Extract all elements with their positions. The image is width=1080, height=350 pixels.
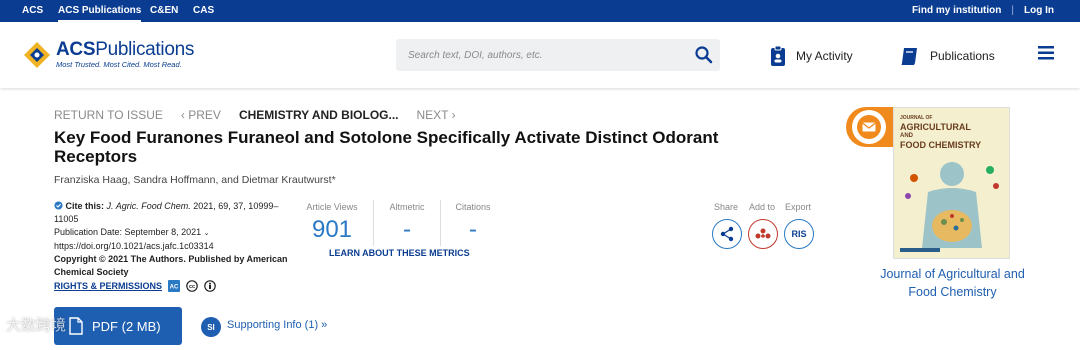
email-alert-button[interactable] [852, 110, 886, 144]
logo-tagline: Most Trusted. Most Cited. Most Read. [56, 60, 182, 69]
learn-metrics-link[interactable]: LEARN ABOUT THESE METRICS [329, 248, 470, 258]
share-button[interactable] [712, 219, 742, 249]
book-icon [901, 48, 917, 65]
citations-label: Citations [455, 202, 491, 212]
publications-label: Publications [930, 49, 995, 63]
citations-value: - [469, 216, 477, 243]
altmetric-label: Altmetric [389, 202, 425, 212]
search-icon[interactable] [694, 45, 714, 65]
altmetric-metric: Altmetric - [380, 202, 434, 244]
export-ris-button[interactable]: RIS [784, 219, 814, 249]
share-icon [720, 226, 734, 242]
cover-illustration [900, 162, 999, 252]
next-article-link[interactable]: NEXT › [417, 108, 456, 122]
prev-article-link[interactable]: ‹ PREV [181, 108, 221, 122]
add-to-label: Add to [749, 202, 776, 212]
find-institution-link[interactable]: Find my institution [912, 0, 1001, 22]
pdf-download-button[interactable]: PDF (2 MB) [54, 307, 182, 345]
issue-navigation: RETURN TO ISSUE ‹ PREV CHEMISTRY AND BIO… [54, 107, 474, 123]
watermark-text: 大数跨境 [6, 317, 67, 334]
citations-metric: Citations - [448, 202, 498, 244]
login-link[interactable]: Log In [1024, 0, 1054, 22]
supporting-info-link[interactable]: Supporting Info (1) » [227, 319, 327, 331]
chevron-down-icon: ⌄ [203, 229, 210, 237]
creative-commons-icon[interactable]: cc [186, 280, 198, 292]
top-nav-bar: ACS ACS Publications C&EN CAS Find my in… [0, 0, 1080, 22]
current-section-label: CHEMISTRY AND BIOLOG... [238, 108, 399, 122]
topbar-link-acs[interactable]: ACS [22, 0, 43, 22]
info-icon[interactable] [54, 201, 63, 210]
my-activity-button[interactable]: My Activity [770, 44, 853, 68]
article-authors[interactable]: Franziska Haag, Sandra Hoffmann, and Die… [54, 174, 336, 186]
hamburger-menu-icon[interactable] [1038, 46, 1054, 60]
article-views-label: Article Views [306, 202, 358, 212]
rights-row: RIGHTS & PERMISSIONS AC cc [54, 280, 216, 292]
share-label: Share [714, 202, 739, 212]
return-to-issue-link[interactable]: RETURN TO ISSUE [54, 108, 163, 122]
altmetric-value: - [403, 216, 411, 243]
open-access-icon[interactable]: AC [168, 280, 181, 292]
article-title: Key Food Furanones Furaneol and Sotolone… [54, 128, 719, 166]
publication-date[interactable]: Publication Date: September 8, 2021 ⌄ [54, 226, 299, 241]
article-views-value: 901 [311, 216, 353, 243]
export-label: Export [785, 202, 812, 212]
publications-button[interactable]: Publications [900, 44, 995, 68]
journal-name-link[interactable]: Journal of Agricultural and Food Chemist… [880, 265, 1025, 301]
topbar-link-cas[interactable]: CAS [193, 0, 214, 22]
rights-permissions-link[interactable]: RIGHTS & PERMISSIONS [54, 281, 162, 291]
supporting-info-icon[interactable]: SI [201, 317, 221, 337]
search-input[interactable] [408, 39, 688, 71]
journal-cover[interactable]: JOURNAL OF AGRICULTURAL AND FOOD CHEMIST… [893, 107, 1010, 259]
copyright-notice: Copyright © 2021 The Authors. Published … [54, 254, 288, 277]
pdf-button-label: PDF (2 MB) [92, 318, 161, 334]
cite-journal: J. Agric. Food Chem. [106, 201, 191, 211]
topbar-link-cen[interactable]: C&EN [150, 0, 178, 22]
citation-block: Cite this: J. Agric. Food Chem. 2021, 69… [54, 200, 299, 279]
metric-divider [373, 200, 374, 246]
article-views-metric: Article Views 901 [300, 202, 364, 244]
search-bar [396, 39, 720, 71]
add-to-button[interactable] [748, 219, 778, 249]
cite-label: Cite this: [65, 201, 105, 211]
cite-line: Cite this: J. Agric. Food Chem. 2021, 69… [54, 200, 299, 226]
pdf-icon [69, 317, 83, 335]
my-activity-label: My Activity [796, 49, 853, 63]
doi-link[interactable]: https://doi.org/10.1021/acs.jafc.1c03314 [54, 240, 299, 253]
svg-text:AC: AC [170, 285, 179, 291]
mendeley-icon [755, 228, 771, 239]
topbar-link-acs-publications[interactable]: ACS Publications [58, 0, 142, 22]
clipboard-icon [771, 45, 785, 66]
logo-wordmark[interactable]: ACSPublications [56, 39, 194, 61]
site-header: ACSPublications Most Trusted. Most Cited… [0, 22, 1080, 88]
topbar-separator: | [1011, 5, 1014, 16]
metric-divider [440, 200, 441, 246]
svg-text:cc: cc [189, 284, 195, 290]
envelope-icon [862, 122, 876, 132]
acs-logo-icon[interactable] [22, 40, 52, 70]
attribution-icon[interactable] [204, 280, 216, 292]
